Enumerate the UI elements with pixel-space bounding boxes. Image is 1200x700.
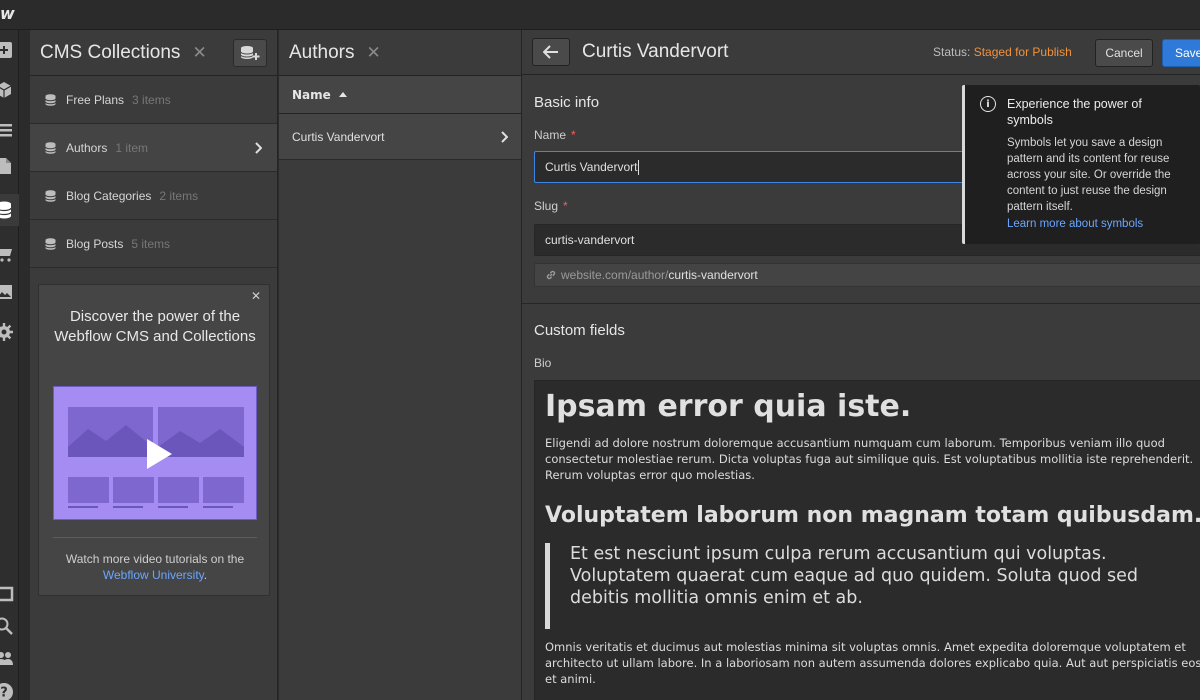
bio-paragraph-1: Eligendi ad dolore nostrum doloremque ac… <box>545 436 1194 482</box>
add-collection-icon <box>240 45 260 60</box>
bio-heading-1: Ipsam error quia iste. <box>545 389 912 424</box>
tooltip-body: Symbols let you save a design pattern an… <box>1007 137 1171 213</box>
close-authors-icon[interactable]: ✕ <box>366 43 380 63</box>
list-item[interactable]: Curtis Vandervort <box>279 114 521 160</box>
name-label-text: Name <box>534 128 567 142</box>
editor-header: Curtis Vandervort Status: Staged for Pub… <box>522 30 1200 75</box>
pages-icon[interactable] <box>0 150 19 182</box>
collection-item-blog-posts[interactable]: Blog Posts 5 items <box>30 220 277 268</box>
status-label: Status: <box>933 45 971 59</box>
required-marker: * <box>571 128 576 142</box>
promo-title: Discover the power of the Webflow CMS an… <box>54 308 256 345</box>
dismiss-promo-icon[interactable]: ✕ <box>251 289 261 303</box>
editor-title: Curtis Vandervort <box>582 41 729 62</box>
authors-panel-title: Authors <box>289 41 355 63</box>
left-icon-rail: ? <box>0 30 19 700</box>
name-field-label: Name * <box>534 128 576 142</box>
collection-count: 3 items <box>132 92 171 107</box>
section-divider <box>522 303 1200 304</box>
assets-image-icon[interactable] <box>0 276 19 308</box>
database-icon <box>45 93 56 106</box>
learn-more-symbols-link[interactable]: Learn more about symbols <box>1007 218 1143 230</box>
bio-paragraph-2: Omnis veritatis et ducimus aut molestias… <box>545 640 1200 686</box>
cms-promo-card: ✕ Discover the power of the Webflow CMS … <box>38 284 270 596</box>
bio-field-label: Bio <box>534 356 552 370</box>
ecommerce-cart-icon[interactable] <box>0 238 19 270</box>
info-icon: i <box>980 96 996 112</box>
promo-video-thumbnail[interactable] <box>53 386 257 520</box>
bio-rich-text-editor[interactable]: Ipsam error quia iste. Eligendi ad dolor… <box>534 380 1200 700</box>
collection-item-free-plans[interactable]: Free Plans 3 items <box>30 76 277 124</box>
required-marker: * <box>563 199 568 213</box>
database-icon <box>45 237 56 250</box>
tooltip-title: Experience the power of symbols <box>1007 97 1142 127</box>
chevron-right-icon <box>255 141 262 154</box>
authors-panel-header: Authors ✕ <box>279 30 521 76</box>
help-icon[interactable]: ? <box>0 676 19 700</box>
author-name: Curtis Vandervort <box>292 129 385 144</box>
name-field-value: Curtis Vandervort <box>545 160 638 174</box>
arrow-left-icon <box>543 45 558 59</box>
collection-name: Blog Categories <box>66 188 152 203</box>
slug-label-text: Slug <box>534 199 559 213</box>
url-slug: curtis-vandervort <box>668 268 758 282</box>
settings-gear-icon[interactable] <box>0 316 19 348</box>
symbols-tooltip: i Experience the power of symbols Symbol… <box>962 85 1200 244</box>
promo-footer-text: Watch more video tutorials on the <box>65 552 245 566</box>
video-preview-graphic <box>54 387 256 519</box>
url-preview: website.com/author/curtis-vandervort <box>534 263 1200 287</box>
sort-ascending-icon <box>338 92 347 97</box>
status-indicator: Status: Staged for Publish <box>933 45 1072 59</box>
name-column-header[interactable]: Name <box>279 76 521 114</box>
symbols-cube-icon[interactable] <box>0 74 19 106</box>
svg-text:?: ? <box>0 686 8 700</box>
collection-name: Blog Posts <box>66 236 124 251</box>
database-icon <box>45 189 56 202</box>
add-collection-button[interactable] <box>233 38 267 67</box>
top-bar: w <box>0 0 1200 30</box>
slug-field-label: Slug * <box>534 199 568 213</box>
chevron-right-icon <box>501 130 508 143</box>
collection-count: 5 items <box>131 236 171 251</box>
audit-panel-icon[interactable] <box>0 578 19 610</box>
status-value: Staged for Publish <box>973 45 1072 59</box>
promo-divider <box>53 537 257 538</box>
promo-footer: Watch more video tutorials on the Webflo… <box>47 551 263 583</box>
collection-name: Authors <box>66 140 108 155</box>
custom-fields-title: Custom fields <box>534 322 625 339</box>
basic-info-title: Basic info <box>534 94 600 111</box>
name-column-label: Name <box>292 87 331 102</box>
authors-panel: Authors ✕ Name Curtis Vandervort <box>279 30 522 700</box>
navigator-icon[interactable] <box>0 114 19 146</box>
back-button[interactable] <box>532 38 570 66</box>
save-button[interactable]: Save <box>1162 39 1200 67</box>
close-collections-icon[interactable]: ✕ <box>192 43 206 63</box>
url-prefix: website.com/author/ <box>561 268 669 282</box>
search-icon[interactable] <box>0 610 19 642</box>
bio-heading-2: Voluptatem laborum non magnam totam quib… <box>545 503 1200 528</box>
webflow-university-link[interactable]: Webflow University <box>103 568 204 582</box>
database-icon <box>45 141 56 154</box>
collection-count: 2 items <box>159 188 199 203</box>
add-panel-icon[interactable] <box>0 34 19 66</box>
cancel-button[interactable]: Cancel <box>1095 39 1153 67</box>
link-icon <box>546 270 556 280</box>
collection-name: Free Plans <box>66 92 125 107</box>
collection-count: 1 item <box>115 140 149 155</box>
text-caret <box>638 159 640 175</box>
collections-panel-header: CMS Collections ✕ <box>30 30 277 76</box>
users-icon[interactable] <box>0 642 19 674</box>
webflow-logo[interactable]: w <box>0 4 18 24</box>
promo-footer-end: . <box>203 568 208 582</box>
collection-item-authors[interactable]: Authors 1 item <box>30 124 277 172</box>
collection-item-blog-categories[interactable]: Blog Categories 2 items <box>30 172 277 220</box>
slug-field-value: curtis-vandervort <box>545 233 635 247</box>
bio-blockquote: Et est nesciunt ipsum culpa rerum accusa… <box>545 543 1193 629</box>
cms-collections-panel: CMS Collections ✕ Free Plans 3 items Aut… <box>30 30 278 700</box>
cms-database-icon[interactable] <box>0 194 19 226</box>
collections-panel-title: CMS Collections <box>40 41 181 63</box>
